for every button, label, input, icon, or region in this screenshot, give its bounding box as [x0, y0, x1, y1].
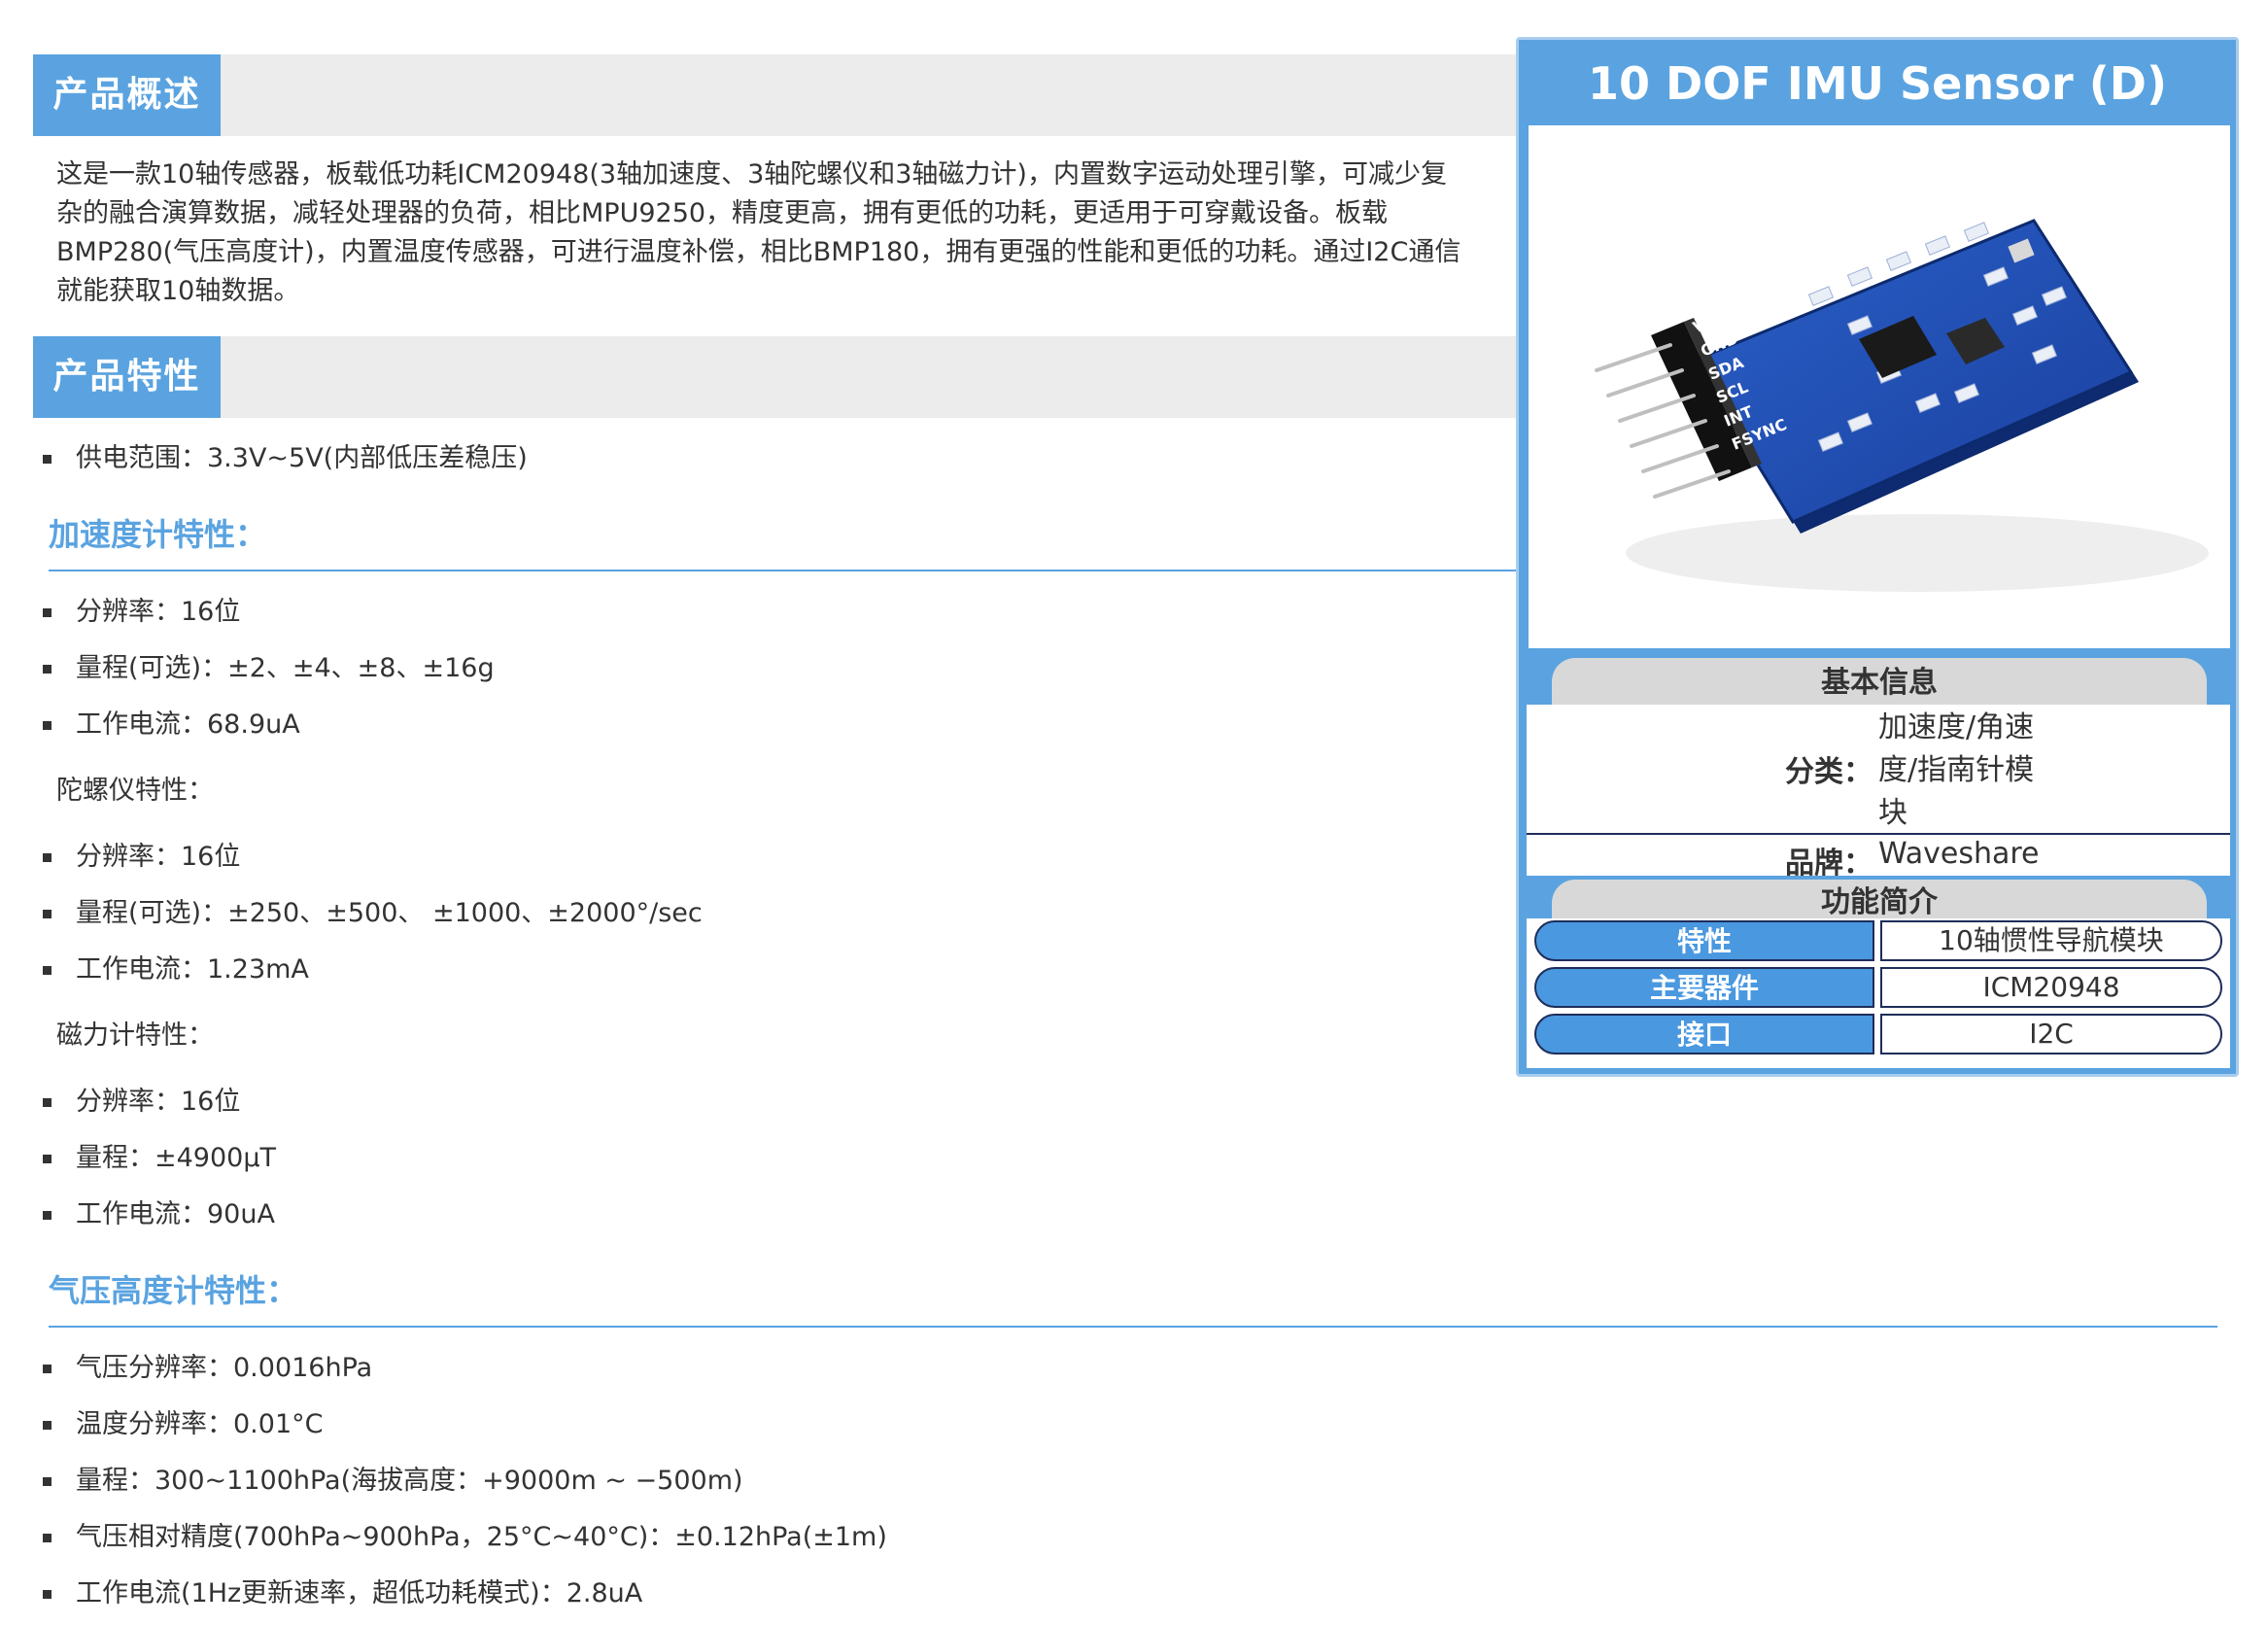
bullet-icon [43, 1590, 52, 1599]
bullet-icon [43, 1534, 52, 1542]
overview-line: 就能获取10轴数据。 [56, 276, 300, 306]
function-row: 主要器件 ICM20948 [1534, 967, 2222, 1008]
bullet-icon [43, 1155, 52, 1163]
list-item-text: 分辨率：16位 [76, 842, 241, 872]
overview-line: BMP280(气压高度计)，内置温度传感器，可进行温度补偿，相比BMP180，拥… [56, 237, 1461, 267]
overview-line: 这是一款10轴传感器，板载低功耗ICM20948(3轴加速度、3轴陀螺仪和3轴磁… [56, 159, 1447, 190]
function-table: 特性 10轴惯性导航模块 主要器件 ICM20948 接口 I2C [1527, 918, 2230, 1068]
bullet-icon [43, 721, 52, 730]
bullet-icon [43, 966, 52, 975]
bullet-icon [43, 1421, 52, 1430]
bullet-icon [43, 910, 52, 918]
mag-heading: 磁力计特性： [56, 1020, 214, 1051]
gyro-heading: 陀螺仪特性： [56, 776, 214, 806]
list-item-text: 工作电流(1Hz更新速率，超低功耗模式)：2.8uA [76, 1578, 643, 1608]
list-item-text: 量程(可选)：±2、±4、±8、±16g [76, 653, 495, 683]
function-heading: 功能简介 [1552, 880, 2207, 922]
list-item-text: 分辨率：16位 [76, 1087, 241, 1117]
category-row: 分类： 加速度/角速 度/指南针模 块 [1527, 705, 2230, 831]
accel-divider [49, 570, 1516, 571]
imu-board-illustration: VCC GND SDA SCL INT FSYNC [1595, 219, 2209, 592]
function-key: 主要器件 [1534, 967, 1874, 1008]
function-key: 特性 [1534, 920, 1874, 961]
function-key: 接口 [1534, 1014, 1874, 1055]
function-value: 10轴惯性导航模块 [1880, 920, 2222, 961]
list-item-text: 气压相对精度(700hPa~900hPa，25°C~40°C)：±0.12hPa… [76, 1522, 887, 1552]
category-value-line: 度/指南针模 [1878, 753, 2035, 787]
brand-row: 品牌： Waveshare [1527, 837, 2230, 881]
list-item-text: 工作电流：68.9uA [76, 709, 300, 740]
list-item-text: 量程：±4900µT [76, 1143, 277, 1173]
product-image: VCC GND SDA SCL INT FSYNC [1529, 125, 2230, 648]
features-heading: 产品特性 [33, 336, 221, 418]
function-row: 接口 I2C [1534, 1014, 2222, 1055]
bullet-icon [43, 1477, 52, 1486]
overview-line: 杂的融合演算数据，减轻处理器的负荷，相比MPU9250，精度更高，拥有更低的功耗… [56, 198, 1389, 228]
list-item-text: 分辨率：16位 [76, 597, 241, 627]
list-item-text: 量程(可选)：±250、±500、 ±1000、±2000°/sec [76, 898, 703, 928]
bullet-icon [43, 853, 52, 862]
category-value-line: 块 [1878, 796, 1907, 830]
function-value: I2C [1880, 1014, 2222, 1055]
baro-divider [49, 1326, 2217, 1328]
card-title: 10 DOF IMU Sensor (D) [1587, 57, 2167, 110]
bullet-icon [43, 455, 52, 464]
overview-paragraph: 这是一款10轴传感器，板载低功耗ICM20948(3轴加速度、3轴陀螺仪和3轴磁… [56, 156, 1514, 311]
list-item-text: 量程：300~1100hPa(海拔高度：+9000m ~ −500m) [76, 1466, 743, 1496]
function-value: ICM20948 [1880, 967, 2222, 1008]
bullet-icon [43, 1211, 52, 1220]
category-value-line: 加速度/角速 [1878, 710, 2035, 744]
bullet-icon [43, 1365, 52, 1373]
brand-label: 品牌： [1785, 847, 1873, 881]
list-item-text: 工作电流：90uA [76, 1199, 275, 1229]
function-row: 特性 10轴惯性导航模块 [1534, 920, 2222, 961]
product-info-card: 10 DOF IMU Sensor (D) VCC GND SDA SCL IN… [1516, 37, 2239, 1077]
bullet-icon [43, 608, 52, 617]
category-label: 分类： [1785, 755, 1873, 789]
basic-info-table: 分类： 加速度/角速 度/指南针模 块 品牌： Waveshare [1527, 705, 2230, 881]
features-section-header: 产品特性 [33, 336, 1524, 418]
basic-info-heading: 基本信息 [1552, 658, 2207, 707]
accel-heading: 加速度计特性： [49, 516, 267, 553]
overview-section-header: 产品概述 [33, 54, 1524, 136]
bullet-icon [43, 665, 52, 674]
overview-heading: 产品概述 [33, 54, 221, 136]
category-value: 加速度/角速 度/指南针模 块 [1878, 707, 2228, 835]
list-item-text: 供电范围：3.3V~5V(内部低压差稳压) [76, 443, 528, 473]
brand-value: Waveshare [1878, 837, 2040, 871]
list-item-text: 工作电流：1.23mA [76, 954, 309, 985]
list-item-text: 气压分辨率：0.0016hPa [76, 1353, 373, 1383]
bullet-icon [43, 1098, 52, 1107]
list-item-text: 温度分辨率：0.01°C [76, 1409, 324, 1439]
baro-heading: 气压高度计特性： [49, 1272, 298, 1309]
